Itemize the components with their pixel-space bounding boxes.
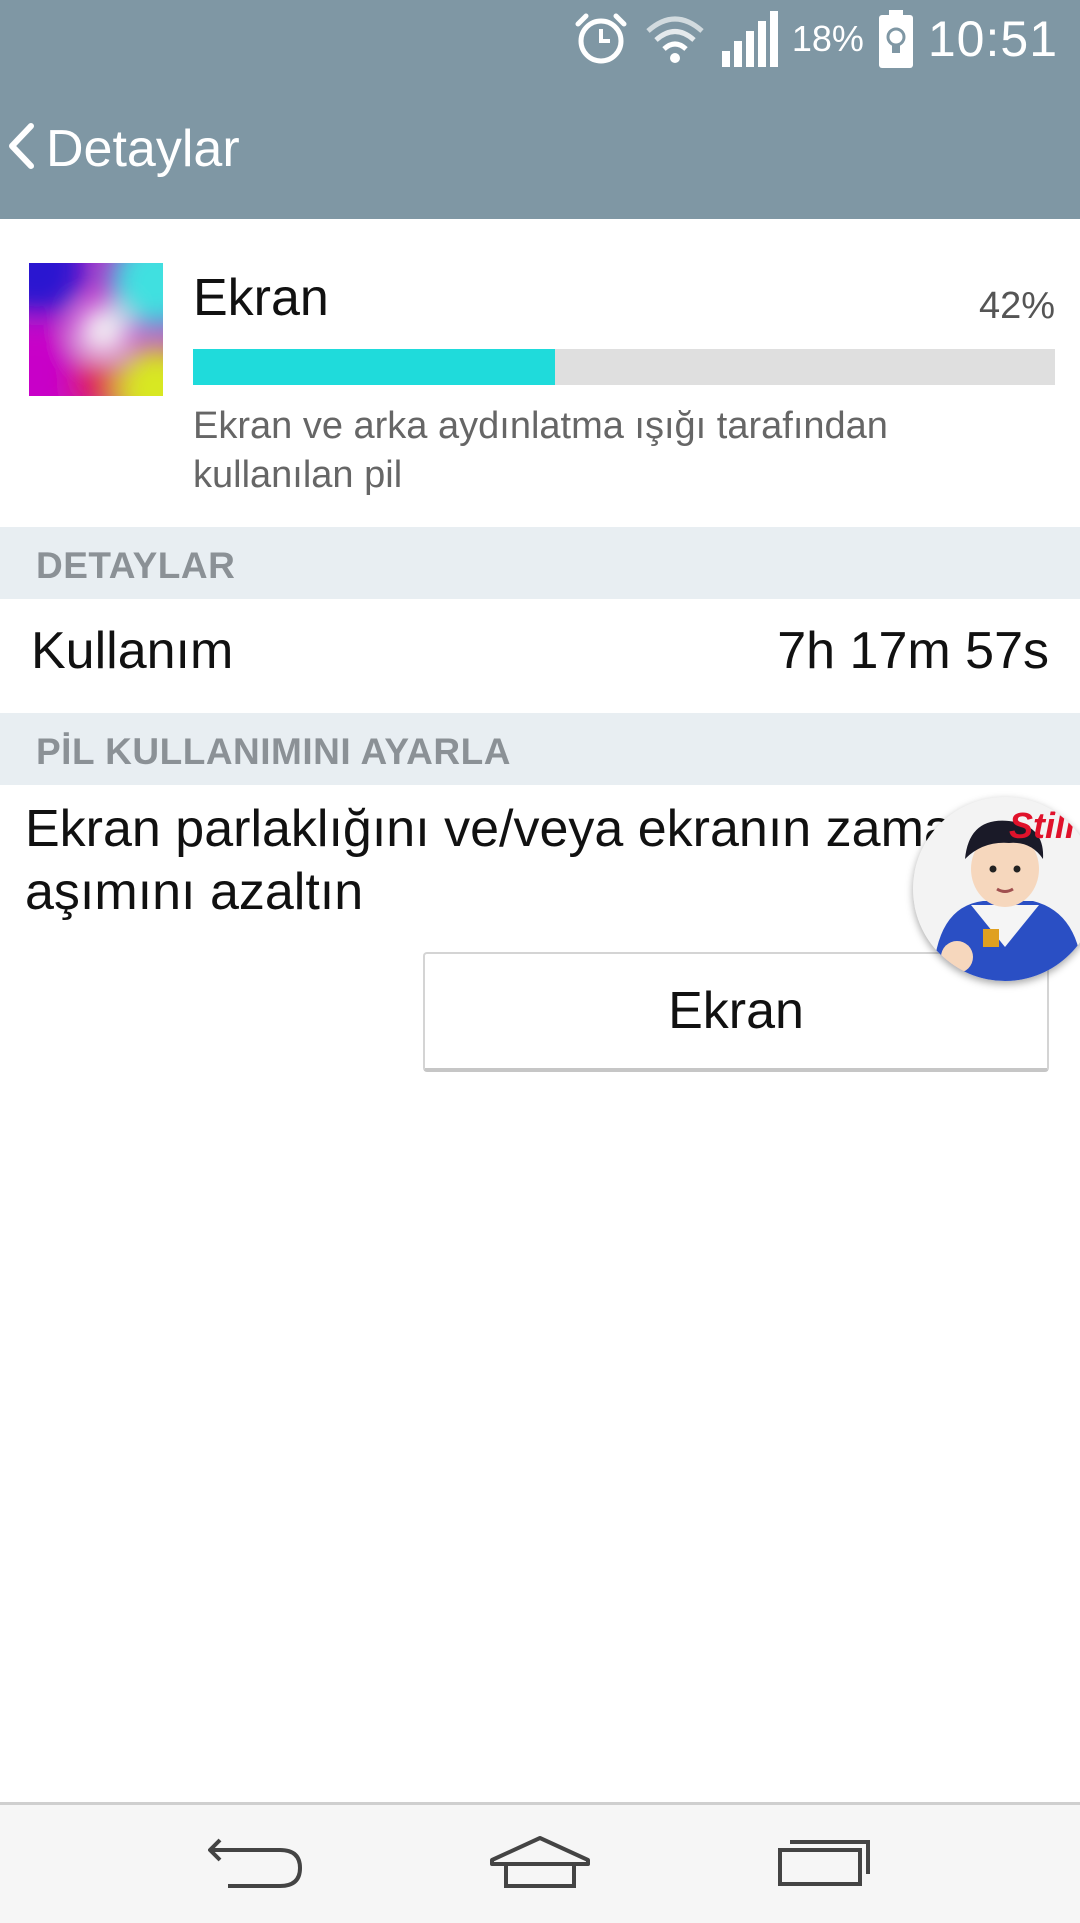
status-bar: 18% 10:51 <box>0 0 1080 78</box>
recents-nav-button[interactable] <box>744 1805 904 1923</box>
details-section-title: DETAYLAR <box>36 545 236 586</box>
navigation-bar <box>0 1802 1080 1923</box>
page-title: Detaylar <box>46 119 240 178</box>
usage-percent: 42% <box>978 285 1055 327</box>
chevron-left-icon <box>6 121 36 176</box>
usage-label: Kullanım <box>31 622 234 680</box>
recents-nav-icon <box>776 1836 872 1893</box>
usage-progress-fill <box>193 349 556 385</box>
usage-value: 7h 17m 57s <box>777 622 1049 680</box>
back-button[interactable]: Detaylar <box>0 78 240 219</box>
home-nav-button[interactable] <box>460 1805 620 1923</box>
summary-description: Ekran ve arka aydınlatma ışığı tarafında… <box>193 405 888 496</box>
home-nav-icon <box>488 1834 592 1895</box>
battery-percent: 18% <box>791 18 864 59</box>
bubble-logo-text: Still <box>1009 805 1076 846</box>
signal-icon <box>720 11 778 67</box>
details-section-header: DETAYLAR <box>0 527 1080 599</box>
alarm-icon <box>572 10 630 68</box>
adjust-section-header: PİL KULLANIMINI AYARLA <box>0 713 1080 785</box>
status-bar-right: 18% 10:51 <box>572 0 1058 78</box>
display-settings-button[interactable]: Ekran <box>423 952 1049 1072</box>
wifi-icon <box>644 13 706 65</box>
usage-row: Kullanım 7h 17m 57s <box>0 601 1080 713</box>
clock: 10:51 <box>927 11 1058 67</box>
battery-icon <box>878 10 914 68</box>
adjust-tip-text: Ekran parlaklığını ve/veya ekranın zaman… <box>25 800 982 921</box>
adjust-section-title: PİL KULLANIMINI AYARLA <box>36 731 511 772</box>
summary-title: Ekran <box>193 269 329 327</box>
back-nav-button[interactable] <box>176 1805 336 1923</box>
screen-app-icon <box>29 263 163 396</box>
action-bar: Detaylar <box>0 78 1080 219</box>
back-nav-icon <box>208 1832 304 1897</box>
usage-progress-bar <box>193 349 1055 385</box>
